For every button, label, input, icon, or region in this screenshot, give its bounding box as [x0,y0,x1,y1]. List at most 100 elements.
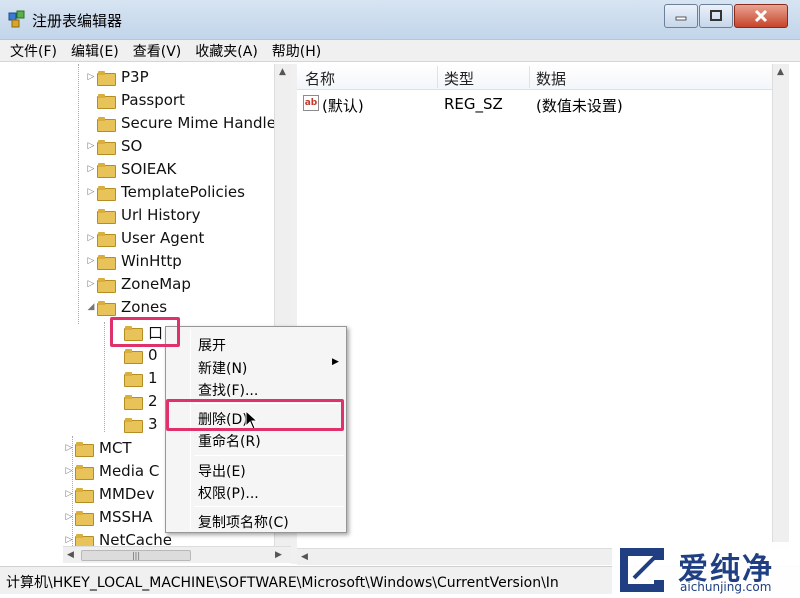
folder-icon [97,162,116,178]
tree-item[interactable]: ▷ MCT [63,437,132,459]
folder-icon [75,441,94,457]
tree-item-label: TemplatePolicies [121,183,245,201]
window-title: 注册表编辑器 [32,12,123,30]
tree-item[interactable]: ▷ WinHttp [85,250,182,272]
menu-item-copy-key-name[interactable]: 复制项名称(C) [198,512,289,532]
folder-icon [97,300,116,316]
list-header: 名称 类型 数据 [297,64,772,90]
tree-item[interactable]: ▷ MSSHA [63,506,153,528]
list-row[interactable]: ab (默认) REG_SZ (数值未设置) [297,92,772,116]
tree-item-label: SOIEAK [121,160,177,178]
tree-item-zones[interactable]: ◢ Zones [85,296,167,318]
tree-item[interactable]: Passport [85,89,185,111]
folder-icon [124,348,143,364]
folder-icon [124,417,143,433]
aichunjing-logo-icon [620,548,664,592]
maximize-button[interactable] [699,4,733,28]
registry-path: 计算机\HKEY_LOCAL_MACHINE\SOFTWARE\Microsof… [6,575,559,591]
menu-help[interactable]: 帮助(H) [272,41,321,61]
tree-item-label: Zones [121,298,168,316]
value-data: (数值未设置) [536,97,623,115]
watermark: 爱纯净 aichunjing.com [612,542,800,598]
tree-item[interactable]: ▷ Media C [63,460,159,482]
tree-item[interactable]: ▷ SO [85,135,142,157]
expand-arrow-icon[interactable]: ▷ [85,72,97,82]
scroll-right-icon[interactable]: ▶ [275,550,282,560]
menu-separator [194,455,344,456]
registry-editor-icon [8,10,25,28]
expand-arrow-icon[interactable]: ▷ [85,164,97,174]
expand-arrow-icon[interactable]: ▷ [63,443,75,453]
tree-item[interactable]: 0 [112,344,158,366]
folder-icon [97,208,116,224]
folder-icon [124,394,143,410]
expand-arrow-icon[interactable]: ▷ [63,535,75,545]
menu-favorites[interactable]: 收藏夹(A) [195,41,258,61]
folder-icon [97,116,116,132]
scroll-left-icon[interactable]: ◀ [67,550,74,560]
collapse-arrow-icon[interactable]: ◢ [85,302,97,312]
submenu-arrow-icon: ▶ [332,357,339,367]
list-vertical-scrollbar[interactable]: ▲ [772,64,789,550]
menu-item-expand[interactable]: 展开 [198,335,226,355]
tree-item-label: 0 [148,346,158,364]
scroll-up-icon[interactable]: ▲ [777,67,784,77]
column-header-name[interactable]: 名称 [305,68,335,89]
column-header-type[interactable]: 类型 [444,68,474,89]
tree-item-label: SO [121,137,143,155]
menu-item-rename[interactable]: 重命名(R) [198,431,261,451]
tree-item[interactable]: ▷ MMDev [63,483,155,505]
menu-view[interactable]: 查看(V) [133,41,182,61]
close-button[interactable] [734,4,788,28]
tree-item[interactable]: ▷ SOIEAK [85,158,176,180]
values-list[interactable]: 名称 类型 数据 ab (默认) REG_SZ (数值未设置) [297,64,789,550]
column-divider[interactable] [437,66,438,88]
expand-arrow-icon[interactable]: ▷ [85,256,97,266]
expand-arrow-icon[interactable]: ▷ [63,466,75,476]
list-horizontal-scrollbar[interactable]: ◀ [297,548,612,565]
scroll-left-icon[interactable]: ◀ [301,552,308,562]
minimize-button[interactable] [664,4,698,28]
expand-arrow-icon[interactable]: ▷ [85,279,97,289]
menu-item-export[interactable]: 导出(E) [198,461,246,481]
expand-arrow-icon[interactable]: ▷ [85,233,97,243]
tree-item[interactable]: 1 [112,367,158,389]
watermark-text-en: aichunjing.com [680,580,772,594]
folder-icon [75,464,94,480]
folder-icon [75,510,94,526]
tree-item-label: 3 [148,415,158,433]
menu-file[interactable]: 文件(F) [10,41,57,61]
column-divider[interactable] [529,66,530,88]
expand-arrow-icon[interactable]: ▷ [85,187,97,197]
tree-item-label: Url History [121,206,201,224]
tree-horizontal-scrollbar[interactable]: ◀ ||| ▶ [63,546,291,563]
menu-item-permissions[interactable]: 权限(P)... [198,483,259,503]
close-icon [754,9,768,23]
folder-icon [124,371,143,387]
folder-icon [97,70,116,86]
scroll-thumb[interactable]: ||| [81,550,191,561]
string-value-icon: ab [303,95,319,111]
expand-arrow-icon[interactable]: ▷ [63,489,75,499]
tree-item[interactable]: ▷ TemplatePolicies [85,181,245,203]
tree-item[interactable]: Secure Mime Handle [85,112,276,134]
tree-item[interactable]: ▷ User Agent [85,227,204,249]
tree-item[interactable]: 2 [112,390,158,412]
expand-arrow-icon[interactable]: ▷ [85,141,97,151]
tree-item-label: 1 [148,369,158,387]
tree-item-label: 2 [148,392,158,410]
menu-item-new[interactable]: 新建(N) [198,358,247,378]
tree-item[interactable]: ▷ P3P [85,66,149,88]
scroll-up-icon[interactable]: ▲ [279,67,286,77]
menu-edit[interactable]: 编辑(E) [71,41,119,61]
tree-item-label: MMDev [99,485,155,503]
menu-item-find[interactable]: 查找(F)... [198,380,258,400]
folder-icon [97,254,116,270]
tree-item[interactable]: ▷ ZoneMap [85,273,191,295]
tree-item[interactable]: 3 [112,413,158,435]
menu-bar: 文件(F) 编辑(E) 查看(V) 收藏夹(A) 帮助(H) [0,40,800,62]
tree-item[interactable]: Url History [85,204,200,226]
column-header-data[interactable]: 数据 [536,68,566,89]
tree-item-label: MCT [99,439,132,457]
expand-arrow-icon[interactable]: ▷ [63,512,75,522]
